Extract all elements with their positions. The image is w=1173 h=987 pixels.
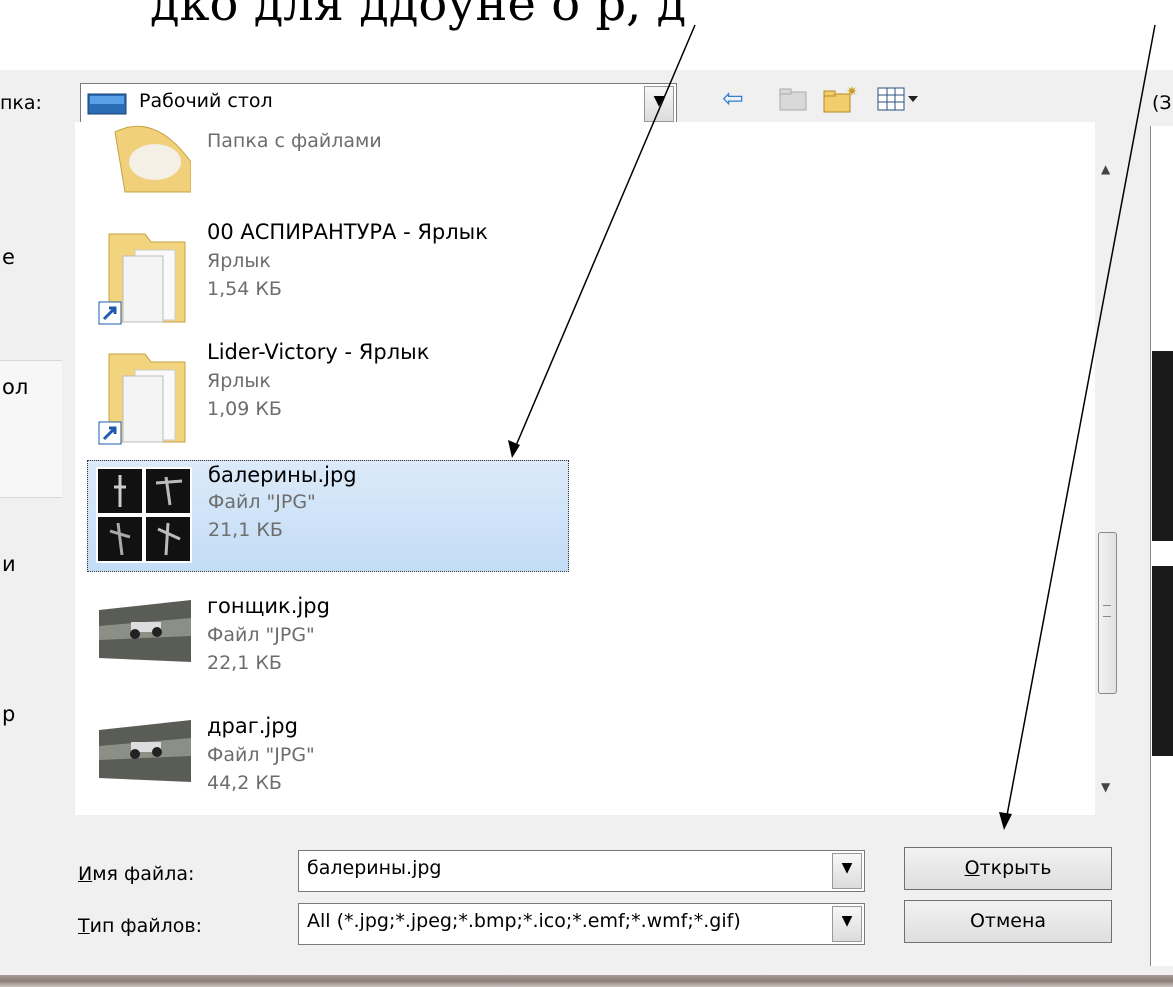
arrow-to-selected-file — [511, 24, 696, 456]
arrow-to-open-button — [1004, 24, 1156, 827]
annotation-arrows — [508, 24, 1156, 830]
arrowhead-icon — [999, 812, 1012, 830]
arrowhead-icon — [508, 440, 520, 458]
